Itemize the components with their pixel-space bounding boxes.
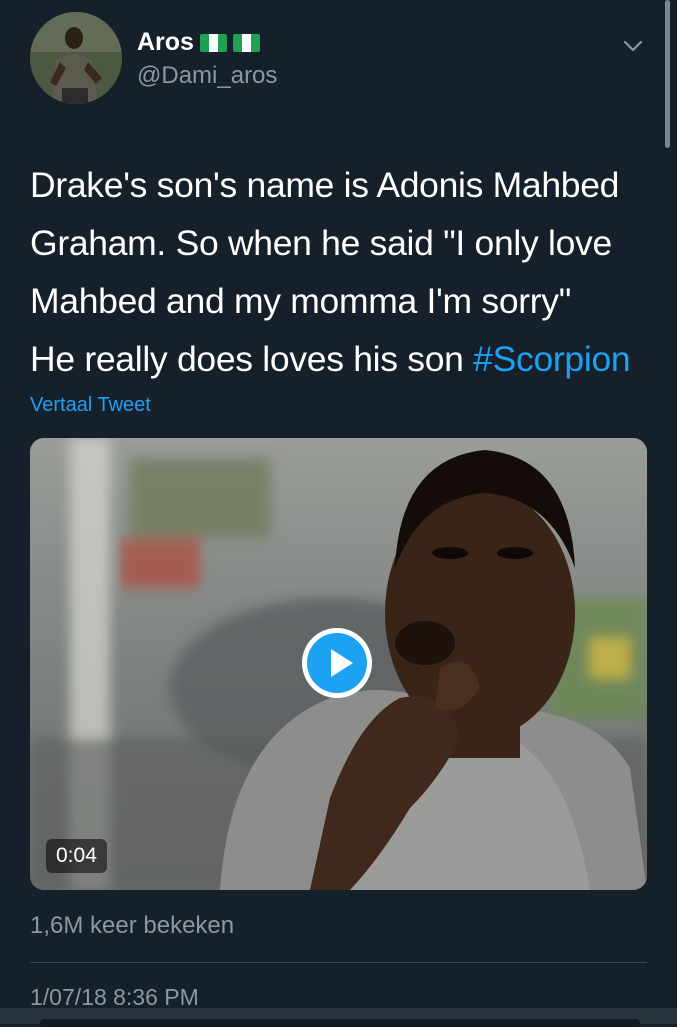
video-player[interactable]: 0:04 xyxy=(30,438,647,890)
avatar-image xyxy=(30,12,122,104)
nigeria-flag-icon xyxy=(199,33,227,52)
tweet-timestamp: 1/07/18 8:36 PM xyxy=(30,984,199,1010)
tweet-text-line: He really does loves his son #Scorpion xyxy=(30,330,660,388)
play-icon xyxy=(307,633,367,693)
tweet-text: Drake's son's name is Adonis Mahbed Grah… xyxy=(30,156,660,388)
user-handle[interactable]: @Dami_aros xyxy=(137,62,277,90)
video-duration-badge: 0:04 xyxy=(46,839,107,873)
play-button[interactable] xyxy=(302,628,372,698)
chevron-down-icon[interactable] xyxy=(622,38,644,54)
tweet-text-line: Drake's son's name is Adonis Mahbed xyxy=(30,165,620,205)
tweet-text-line-4: He really does loves his son xyxy=(30,339,474,379)
reply-input-bar[interactable] xyxy=(40,1019,640,1027)
divider xyxy=(30,962,647,963)
scrollbar[interactable] xyxy=(665,0,670,148)
tweet-header: Aros @Dami_aros xyxy=(30,12,650,106)
nigeria-flag-icon xyxy=(232,33,260,52)
user-name[interactable]: Aros xyxy=(137,28,194,57)
translate-tweet-link[interactable]: Vertaal Tweet xyxy=(30,394,151,417)
tweet-text-line: Mahbed and my momma I'm sorry" xyxy=(30,281,572,321)
hashtag-link[interactable]: #Scorpion xyxy=(473,339,630,379)
tweet-text-line: Graham. So when he said "I only love xyxy=(30,223,612,263)
avatar[interactable] xyxy=(30,12,122,104)
user-name-row[interactable]: Aros xyxy=(137,28,260,57)
view-count: 1,6M keer bekeken xyxy=(30,912,235,939)
